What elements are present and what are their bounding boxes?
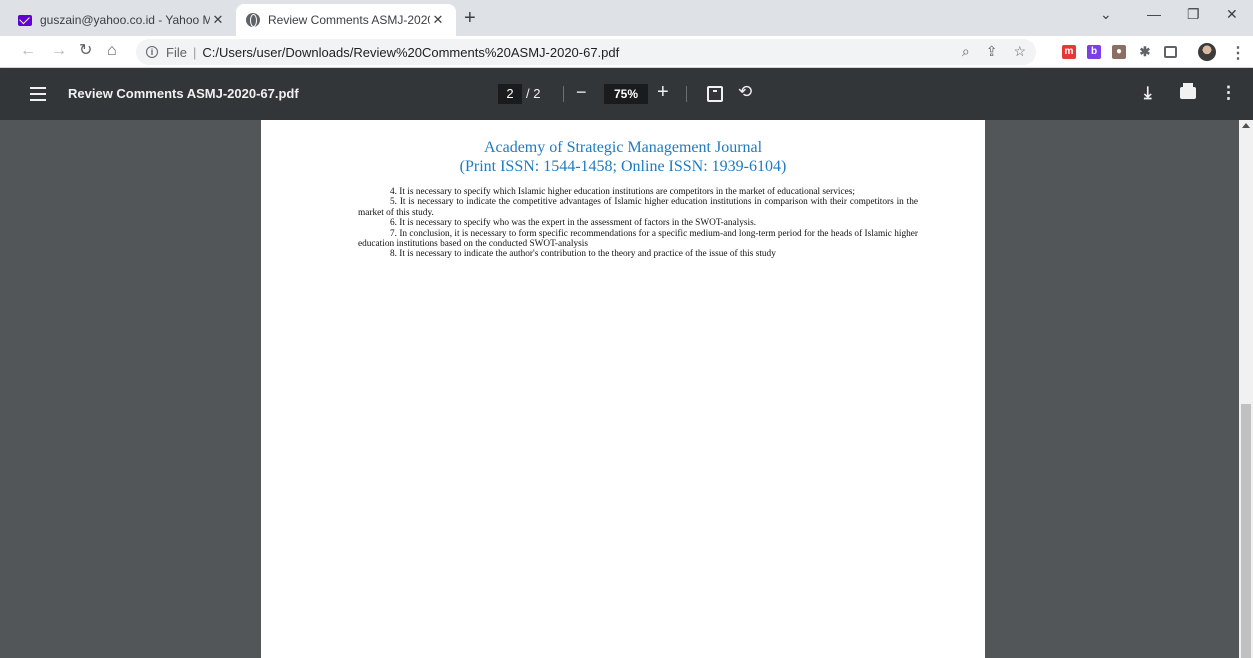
close-icon[interactable]: ✕: [210, 12, 226, 28]
back-button[interactable]: ←: [20, 42, 36, 60]
tab-title: Review Comments ASMJ-2020-6: [268, 13, 430, 27]
extension-red-icon[interactable]: m: [1062, 45, 1076, 59]
comment-paragraph: 6. It is necessary to specify who was th…: [390, 218, 757, 229]
tab-title: guszain@yahoo.co.id - Yahoo Ma: [40, 13, 210, 27]
omnibox-divider: |: [192, 44, 197, 60]
page-number-input[interactable]: 2: [498, 84, 522, 104]
yahoo-mail-icon: [18, 14, 32, 26]
journal-issn: (Print ISSN: 1544-1458; Online ISSN: 193…: [459, 158, 787, 175]
close-icon[interactable]: ✕: [430, 12, 446, 28]
tab-search-icon[interactable]: ⌄: [1100, 6, 1112, 23]
share-icon[interactable]: ⇪: [986, 43, 998, 60]
extension-owl-icon[interactable]: ●: [1112, 45, 1126, 59]
side-panel-icon[interactable]: [1164, 46, 1177, 58]
tab-strip: guszain@yahoo.co.id - Yahoo Ma ✕ Review …: [0, 0, 1253, 36]
pdf-viewer[interactable]: Academy of Strategic Management Journal …: [0, 120, 1239, 658]
info-icon[interactable]: i: [146, 46, 158, 58]
window-close-button[interactable]: ✕: [1226, 6, 1238, 23]
menu-icon[interactable]: [30, 87, 46, 101]
omnibox-actions: ⌕ ⇪ ☆: [962, 43, 1026, 60]
comment-paragraph: 5. It is necessary to indicate the compe…: [358, 197, 918, 218]
extension-b-icon[interactable]: b: [1087, 45, 1101, 59]
more-actions-icon[interactable]: ⋮: [1220, 83, 1237, 103]
tab-review-comments[interactable]: Review Comments ASMJ-2020-6 ✕: [236, 4, 456, 36]
journal-header: Academy of Strategic Management Journal …: [261, 138, 985, 176]
url-text[interactable]: C:/Users/user/Downloads/Review%20Comment…: [202, 45, 619, 60]
rotate-icon[interactable]: ⟲: [738, 82, 752, 102]
pdf-toolbar: Review Comments ASMJ-2020-67.pdf 2 / 2 −…: [0, 68, 1253, 120]
download-icon[interactable]: ⤓: [1144, 83, 1152, 103]
bookmark-star-icon[interactable]: ☆: [1013, 43, 1026, 60]
toolbar-divider: [563, 86, 564, 102]
scroll-thumb[interactable]: [1241, 404, 1251, 658]
file-scheme-label: File: [166, 44, 187, 60]
journal-name: Academy of Strategic Management Journal: [483, 139, 763, 156]
globe-icon: [246, 13, 260, 27]
comment-paragraph: 8. It is necessary to indicate the autho…: [390, 249, 776, 260]
home-button[interactable]: ⌂: [107, 42, 117, 60]
zoom-level-input[interactable]: 75%: [604, 84, 648, 104]
zoom-in-button[interactable]: +: [657, 81, 669, 104]
review-comments-text: 4. It is necessary to specify which Isla…: [358, 187, 918, 260]
address-bar[interactable]: i File | C:/Users/user/Downloads/Review%…: [136, 39, 1036, 65]
page-total: / 2: [526, 86, 541, 101]
extensions-puzzle-icon[interactable]: ✱: [1138, 45, 1152, 59]
print-icon[interactable]: [1180, 83, 1196, 99]
browser-toolbar: ← → ↻ ⌂ i File | C:/Users/user/Downloads…: [0, 36, 1253, 68]
tab-yahoo-mail[interactable]: guszain@yahoo.co.id - Yahoo Ma ✕: [8, 4, 236, 36]
browser-menu-icon[interactable]: ⋮: [1230, 43, 1246, 63]
pdf-title: Review Comments ASMJ-2020-67.pdf: [68, 86, 299, 101]
minimize-button[interactable]: —: [1147, 6, 1161, 22]
comment-paragraph: 7. In conclusion, it is necessary to for…: [358, 228, 918, 250]
new-tab-button[interactable]: +: [464, 8, 476, 28]
profile-avatar[interactable]: [1198, 43, 1216, 61]
fit-to-page-icon[interactable]: [707, 86, 723, 102]
reload-button[interactable]: ↻: [79, 42, 92, 60]
scroll-up-arrow-icon[interactable]: [1242, 123, 1250, 128]
comment-paragraph: 4. It is necessary to specify which Isla…: [390, 187, 855, 197]
forward-button[interactable]: →: [51, 42, 67, 60]
pdf-page: Academy of Strategic Management Journal …: [261, 120, 985, 658]
toolbar-divider: [686, 86, 687, 102]
zoom-out-button[interactable]: −: [576, 82, 587, 103]
vertical-scrollbar[interactable]: [1239, 120, 1253, 658]
zoom-icon[interactable]: ⌕: [962, 43, 970, 60]
restore-button[interactable]: ❐: [1187, 6, 1200, 23]
